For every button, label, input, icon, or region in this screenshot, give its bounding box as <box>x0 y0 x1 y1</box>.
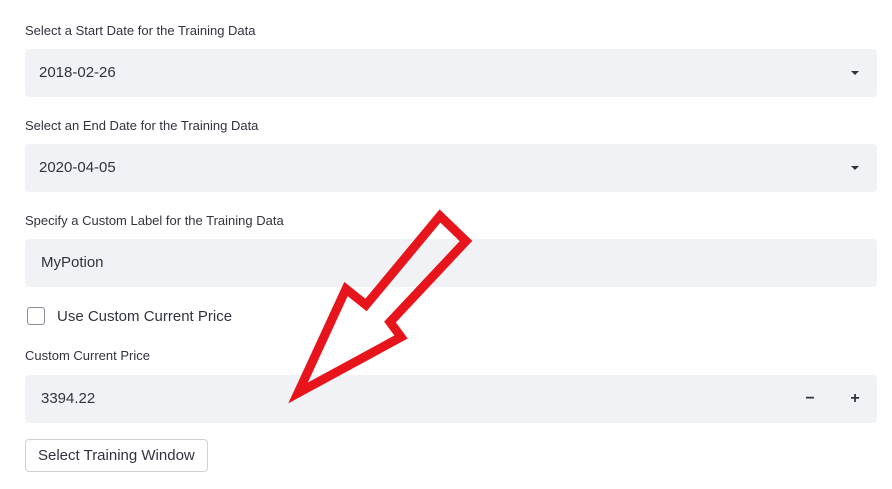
custom-price-input[interactable]: 3394.22 − + <box>25 375 877 423</box>
use-custom-price-label: Use Custom Current Price <box>57 307 233 325</box>
end-date-value: 2020-04-05 <box>39 159 116 176</box>
start-date-value: 2018-02-26 <box>39 64 116 81</box>
custom-price-value: 3394.22 <box>41 390 96 407</box>
select-training-window-button[interactable]: Select Training Window <box>25 439 208 472</box>
chevron-down-icon <box>851 166 859 170</box>
start-date-select[interactable]: 2018-02-26 <box>25 49 877 97</box>
custom-label-label: Specify a Custom Label for the Training … <box>25 213 284 228</box>
decrement-button[interactable]: − <box>788 375 832 423</box>
custom-price-label: Custom Current Price <box>25 348 150 363</box>
end-date-label: Select an End Date for the Training Data <box>25 118 259 133</box>
start-date-label: Select a Start Date for the Training Dat… <box>25 23 256 38</box>
custom-label-input[interactable]: MyPotion <box>25 239 877 287</box>
end-date-select[interactable]: 2020-04-05 <box>25 144 877 192</box>
custom-label-value: MyPotion <box>41 254 104 271</box>
use-custom-price-checkbox[interactable] <box>27 307 45 325</box>
chevron-down-icon <box>851 71 859 75</box>
increment-button[interactable]: + <box>833 375 877 423</box>
use-custom-price-option[interactable]: Use Custom Current Price <box>27 306 232 326</box>
